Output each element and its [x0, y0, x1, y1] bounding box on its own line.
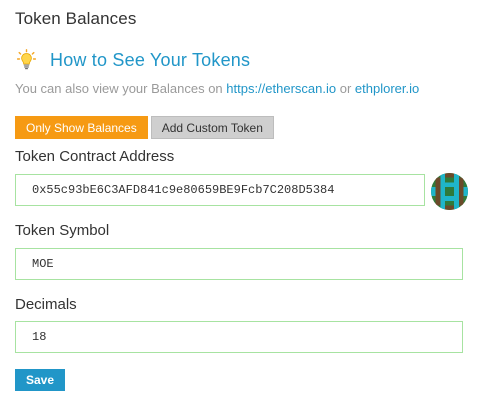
lightbulb-icon — [17, 49, 36, 70]
how-to-see-tokens-link[interactable]: How to See Your Tokens — [50, 50, 250, 71]
token-symbol-input[interactable] — [15, 248, 463, 280]
save-button[interactable]: Save — [15, 369, 65, 391]
decimals-input[interactable] — [15, 321, 463, 353]
only-show-balances-button[interactable]: Only Show Balances — [15, 116, 148, 139]
contract-address-input[interactable] — [15, 174, 425, 206]
view-balances-prefix: You can also view your Balances on — [15, 81, 227, 96]
view-balances-or: or — [336, 81, 355, 96]
howto-row: How to See Your Tokens — [17, 49, 250, 71]
add-custom-token-button[interactable]: Add Custom Token — [150, 116, 274, 139]
identicon-avatar — [431, 173, 468, 210]
ethplorer-link[interactable]: ethplorer.io — [355, 81, 419, 96]
token-filter-buttons: Only Show Balances Add Custom Token — [15, 116, 274, 139]
token-symbol-label: Token Symbol — [15, 222, 110, 239]
token-balances-panel: Token Balances How to See Your Tokens Yo… — [0, 0, 484, 399]
etherscan-link[interactable]: https://etherscan.io — [226, 81, 336, 96]
section-title: Token Balances — [15, 9, 137, 28]
contract-address-label: Token Contract Address — [15, 148, 175, 165]
view-balances-note: You can also view your Balances on https… — [15, 81, 419, 96]
decimals-label: Decimals — [15, 296, 77, 313]
